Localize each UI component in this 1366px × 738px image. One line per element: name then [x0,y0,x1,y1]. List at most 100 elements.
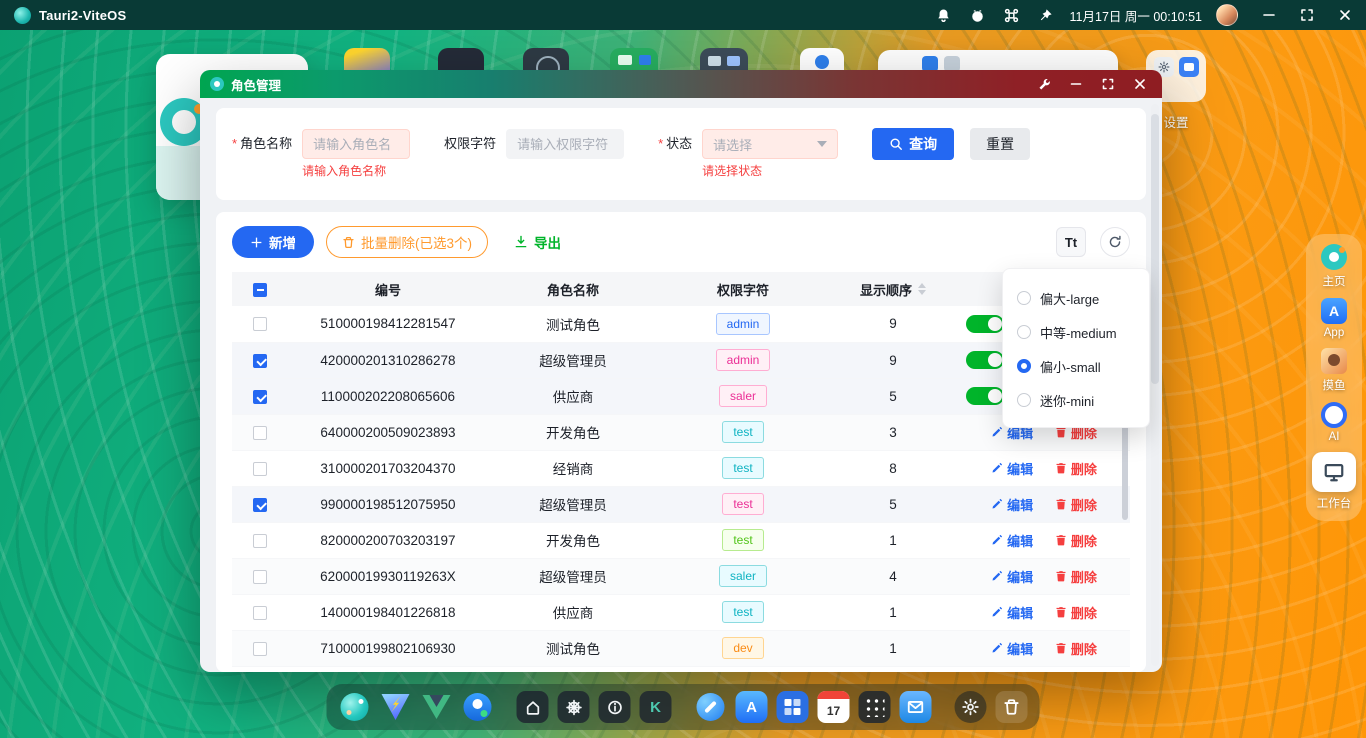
vue-dock-icon[interactable] [421,691,453,723]
radio-icon[interactable] [1017,291,1031,305]
tauri-dock-icon[interactable] [339,691,371,723]
row-checkbox[interactable] [253,354,267,368]
delete-button[interactable]: 删除 [1055,603,1097,622]
map-pin-dock-icon[interactable] [462,691,494,723]
edit-button[interactable]: 编辑 [991,603,1033,622]
minimize-window-icon[interactable] [1064,73,1088,95]
delete-button[interactable]: 删除 [1055,459,1097,478]
menu-item-medium[interactable]: 中等-medium [1003,315,1149,349]
row-checkbox[interactable] [253,390,267,404]
edit-button[interactable]: 编辑 [991,459,1033,478]
delete-button[interactable]: 删除 [1055,495,1097,514]
bell-icon[interactable] [936,7,952,23]
fullscreen-os-icon[interactable] [1300,8,1314,22]
select-all-checkbox[interactable] [253,283,267,297]
safari-dock-icon[interactable] [695,691,727,723]
window-title: 角色管理 [231,75,281,94]
appstore-dock-icon[interactable]: A [736,691,768,723]
cell-order: 1 [828,522,958,558]
row-checkbox[interactable] [253,642,267,656]
status-toggle[interactable] [966,387,1004,405]
github-icon[interactable] [970,7,986,23]
field-role-name: 角色名称 请输入角色名称 [232,129,410,159]
row-checkbox[interactable] [253,570,267,584]
wrench-icon[interactable] [1032,73,1056,95]
home-dock-icon[interactable] [517,691,549,723]
radio-icon[interactable] [1017,359,1031,373]
system-dock-icon[interactable] [777,691,809,723]
search-button-label: 查询 [909,134,937,154]
close-os-icon[interactable] [1338,8,1352,22]
calendar-dock-icon[interactable]: 17 [818,691,850,723]
menu-item-large[interactable]: 偏大-large [1003,281,1149,315]
status-toggle[interactable] [966,351,1004,369]
window-titlebar[interactable]: 角色管理 [200,70,1162,98]
status-error: 请选择状态 [702,162,762,179]
row-checkbox[interactable] [253,606,267,620]
batch-delete-button[interactable]: 批量删除(已选3个) [326,226,488,258]
fullscreen-window-icon[interactable] [1096,73,1120,95]
refresh-button[interactable] [1100,227,1130,257]
perm-char-input[interactable] [506,129,624,159]
add-button[interactable]: 新增 [232,226,314,258]
mail-dock-icon[interactable] [900,691,932,723]
row-checkbox[interactable] [253,426,267,440]
radio-icon[interactable] [1017,325,1031,339]
row-checkbox[interactable] [253,317,267,331]
search-button[interactable]: 查询 [872,128,954,160]
cell-order: 1 [828,630,958,666]
appstore-app-icon: A [1321,298,1347,324]
dock-item-app[interactable]: A App [1321,298,1347,339]
cell-order: 5 [828,486,958,522]
export-button[interactable]: 导出 [508,226,567,258]
code-editor-dock-icon[interactable]: K [640,691,672,723]
dock-item-workbench[interactable]: 工作台 [1312,452,1356,511]
dock-item-home[interactable]: 主页 [1321,244,1347,289]
cell-order: 5 [828,378,958,414]
launchpad-dock-icon[interactable] [859,691,891,723]
sort-icons[interactable] [918,283,926,295]
delete-button[interactable]: 删除 [1055,639,1097,658]
font-size-button[interactable]: Tt [1056,227,1086,257]
dock-item-ai[interactable]: AI [1321,402,1347,443]
close-window-icon[interactable] [1128,73,1152,95]
vite-dock-icon[interactable] [380,691,412,723]
helm-dock-icon[interactable] [558,691,590,723]
perm-tag: saler [719,565,767,587]
edit-button[interactable]: 编辑 [991,567,1033,586]
bottom-dock: K A 17 [327,684,1040,730]
edit-button[interactable]: 编辑 [991,639,1033,658]
status-select[interactable]: 请选择 [702,129,838,159]
trash-dock-icon[interactable] [996,691,1028,723]
row-checkbox[interactable] [253,498,267,512]
edit-button[interactable]: 编辑 [991,531,1033,550]
cell-order: 9 [828,342,958,378]
radio-icon[interactable] [1017,393,1031,407]
status-toggle[interactable] [966,315,1004,333]
menu-item-mini[interactable]: 迷你-mini [1003,383,1149,417]
settings-dock-icon[interactable] [955,691,987,723]
role-name-input[interactable] [302,129,410,159]
cell-role-name: 供应商 [488,378,658,414]
pin-icon[interactable] [1038,7,1054,23]
reset-button[interactable]: 重置 [970,128,1030,160]
table-row: 640000200509023893 开发角色 test 3 编辑 删除 [232,414,1130,450]
table-row: 990000198512075950 超级管理员 test 5 编辑 删除 [232,486,1130,522]
command-icon[interactable] [1004,7,1020,23]
cell-order: 3 [828,414,958,450]
dock-item-moyu[interactable]: 摸鱼 [1321,348,1347,393]
menu-item-small[interactable]: 偏小-small [1003,349,1149,383]
row-checkbox[interactable] [253,534,267,548]
info-dock-icon[interactable] [599,691,631,723]
delete-button[interactable]: 删除 [1055,531,1097,550]
edit-button[interactable]: 编辑 [991,495,1033,514]
user-avatar[interactable] [1216,4,1238,26]
window-scrollbar-thumb[interactable] [1151,114,1159,384]
delete-button[interactable]: 删除 [1055,567,1097,586]
search-form-row: 角色名称 请输入角色名称 权限字符 状态 [232,128,1130,160]
perm-tag: admin [716,349,771,371]
col-header-order[interactable]: 显示顺序 [828,272,958,306]
row-checkbox[interactable] [253,462,267,476]
home-app-icon [1321,244,1347,270]
minimize-os-icon[interactable] [1262,8,1276,22]
